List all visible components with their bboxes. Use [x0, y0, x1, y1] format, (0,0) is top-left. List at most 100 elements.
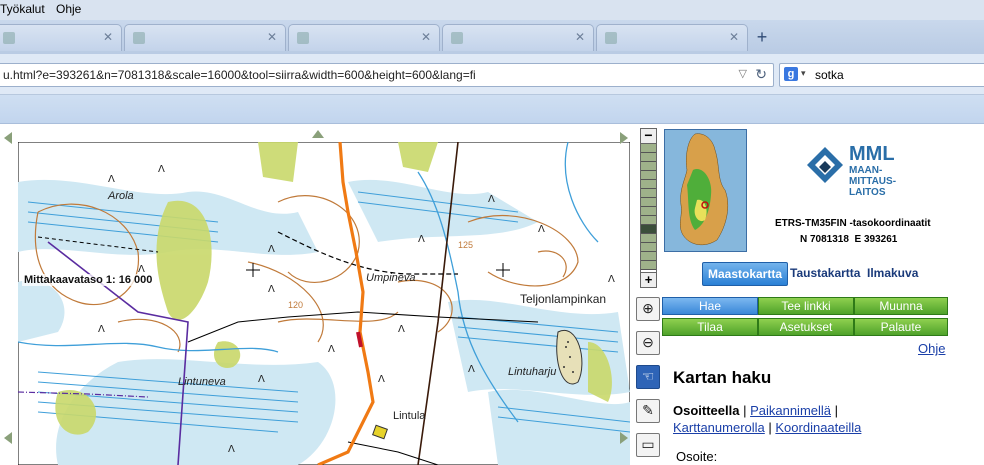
chevron-down-icon[interactable]: ▾ [801, 68, 806, 79]
svg-text:Λ: Λ [608, 274, 615, 285]
search-by-coordinates-link[interactable]: Koordinaateilla [775, 420, 861, 435]
browser-tab-5[interactable]: ✕ [596, 24, 748, 51]
browser-tab-3[interactable]: ✕ [288, 24, 440, 51]
reload-icon[interactable]: ↻ [755, 66, 767, 83]
browser-tab-1[interactable]: ✕ [0, 24, 122, 51]
close-icon[interactable]: ✕ [267, 30, 277, 44]
browser-menu-bar: Työkalut Ohje [0, 0, 984, 20]
pan-right-arrow[interactable] [620, 432, 628, 444]
coordinate-readout: N 7081318 E 393261 [800, 234, 897, 245]
close-icon[interactable]: ✕ [421, 30, 431, 44]
pan-hand-icon[interactable]: ☜ [636, 365, 660, 389]
coordinate-system-label: ETRS-TM35FIN -tasokoordinaatit [775, 218, 931, 229]
menu-help[interactable]: Ohje [56, 2, 81, 16]
zoom-level-step[interactable] [641, 252, 656, 261]
address-label: Osoite: [676, 449, 718, 464]
menu-tools[interactable]: Työkalut [0, 2, 45, 16]
tab-maastokartta[interactable]: Maastokartta [702, 262, 788, 286]
search-input[interactable]: sotka [815, 68, 844, 82]
svg-text:Λ: Λ [268, 284, 275, 295]
browser-toolbar: u.html?e=393261&n=7081318&scale=16000&to… [0, 54, 984, 95]
pan-up-left-arrow[interactable] [4, 132, 12, 144]
tab-ilmakuva[interactable]: Ilmakuva [867, 262, 918, 284]
search-by-address[interactable]: Osoitteella [673, 403, 739, 418]
browser-tab-4[interactable]: ✕ [442, 24, 594, 51]
place-name-label: Teljonlampinkan [520, 292, 607, 306]
svg-text:Λ: Λ [328, 344, 335, 355]
close-icon[interactable]: ✕ [575, 30, 585, 44]
logo-text: MAAN- [849, 165, 883, 176]
zoom-level-step[interactable] [641, 261, 656, 270]
make-link-button[interactable]: Tee linkki [758, 297, 854, 315]
zoom-slider[interactable]: − + [640, 128, 657, 288]
zoom-level-step[interactable] [641, 216, 656, 225]
browser-tab-bar: ✕ ✕ ✕ ✕ ✕ [0, 20, 984, 54]
settings-button[interactable]: Asetukset [758, 318, 854, 336]
svg-text:Λ: Λ [268, 244, 275, 255]
svg-text:Λ: Λ [258, 374, 265, 385]
contour-label: 125 [458, 240, 474, 250]
search-button[interactable]: Hae [662, 297, 758, 315]
zoom-level-current[interactable] [641, 225, 656, 234]
zoom-out-icon[interactable]: ⊖ [636, 331, 660, 355]
svg-text:Λ: Λ [378, 374, 385, 385]
place-name-label: Lintula [393, 410, 426, 422]
logo-text: MML [849, 143, 895, 165]
ruler-icon[interactable]: ▭ [636, 433, 660, 457]
zoom-level-step[interactable] [641, 243, 656, 252]
search-engine-icon[interactable]: g [784, 67, 798, 81]
scale-label: Mittakaavataso 1: 16 000 [22, 274, 155, 286]
new-tab-button[interactable]: + [752, 28, 772, 46]
url-field[interactable]: u.html?e=393261&n=7081318&scale=16000&to… [0, 63, 774, 87]
section-title: Kartan haku [673, 368, 772, 387]
order-button[interactable]: Tilaa [662, 318, 758, 336]
logo-text: LAITOS [849, 187, 886, 198]
overview-minimap[interactable] [664, 129, 747, 252]
coord-n: N 7081318 [800, 234, 849, 245]
zoom-minus-button[interactable]: − [641, 128, 656, 144]
zoom-level-step[interactable] [641, 198, 656, 207]
close-icon[interactable]: ✕ [729, 30, 739, 44]
zoom-level-step[interactable] [641, 153, 656, 162]
pan-up-arrow[interactable] [312, 130, 324, 138]
measure-icon[interactable]: ✎ [636, 399, 660, 423]
browser-tab-2[interactable]: ✕ [124, 24, 286, 51]
svg-text:Λ: Λ [468, 364, 475, 375]
svg-text:Λ: Λ [108, 174, 115, 185]
search-by-mapnumber-link[interactable]: Karttanumerolla [673, 420, 765, 435]
help-link[interactable]: Ohje [918, 341, 945, 356]
zoom-level-step[interactable] [641, 180, 656, 189]
url-text[interactable]: u.html?e=393261&n=7081318&scale=16000&to… [3, 68, 476, 82]
svg-text:Λ: Λ [98, 324, 105, 335]
place-name-label: Lintuneva [178, 376, 226, 388]
chevron-down-icon[interactable]: ▽ [739, 67, 747, 80]
zoom-level-step[interactable] [641, 171, 656, 180]
search-method-row: Karttanumerolla | Koordinaateilla [673, 420, 862, 435]
zoom-level-step[interactable] [641, 144, 656, 153]
zoom-level-step[interactable] [641, 207, 656, 216]
coord-e: E 393261 [854, 234, 898, 245]
search-field[interactable]: g ▾ sotka [779, 63, 984, 87]
place-name-label: Umpineva [366, 272, 416, 284]
logo-text: MITTAUS- [849, 176, 897, 187]
contour-label: 120 [288, 300, 304, 310]
zoom-level-step[interactable] [641, 162, 656, 171]
tab-taustakartta[interactable]: Taustakartta [790, 262, 860, 284]
search-by-placename-link[interactable]: Paikannimellä [750, 403, 831, 418]
place-name-label: Arola [108, 190, 134, 202]
pan-up-right-arrow[interactable] [620, 132, 628, 144]
navigation-toolbar [0, 95, 984, 124]
tab-favicon [133, 32, 145, 44]
svg-text:Λ: Λ [398, 324, 405, 335]
map-viewport[interactable]: ΛΛΛ ΛΛΛ ΛΛΛ ΛΛΛ ΛΛΛ Λ Mittakaavataso 1: … [0, 124, 630, 465]
zoom-plus-button[interactable]: + [641, 272, 656, 287]
tab-favicon [451, 32, 463, 44]
zoom-level-step[interactable] [641, 189, 656, 198]
zoom-level-step[interactable] [641, 234, 656, 243]
convert-button[interactable]: Muunna [854, 297, 948, 315]
pan-left-arrow[interactable] [4, 432, 12, 444]
search-method-row: Osoitteella | Paikannimellä | [673, 403, 839, 418]
zoom-in-icon[interactable]: ⊕ [636, 297, 660, 321]
feedback-button[interactable]: Palaute [854, 318, 948, 336]
close-icon[interactable]: ✕ [103, 30, 113, 44]
